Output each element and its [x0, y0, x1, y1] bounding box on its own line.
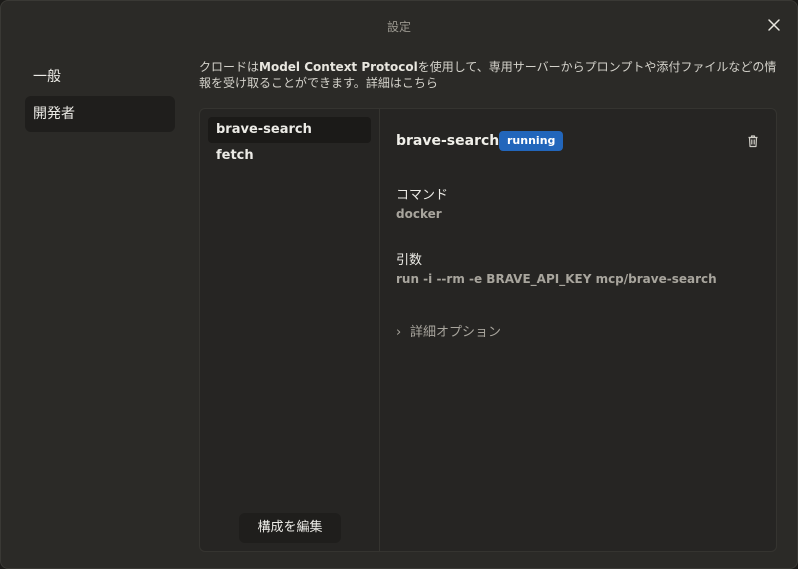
titlebar: 設定: [1, 1, 797, 51]
close-button[interactable]: [765, 16, 783, 34]
nav-item-general[interactable]: 一般: [25, 59, 175, 95]
advanced-options-label: 詳細オプション: [410, 325, 502, 340]
server-item-fetch[interactable]: fetch: [208, 143, 371, 169]
nav-item-developer[interactable]: 開発者: [25, 96, 175, 132]
command-label: コマンド: [396, 188, 449, 203]
learn-more-link[interactable]: 詳細はこちら: [366, 76, 438, 90]
close-icon: [768, 19, 780, 31]
command-value: docker: [396, 207, 442, 221]
chevron-right-icon: ›: [396, 325, 402, 340]
window-title: 設定: [386, 20, 411, 34]
description-prefix: クロードは: [199, 60, 260, 74]
settings-window: 設定 一般 開発者 クロードはModel Context Protocolを使用…: [0, 0, 798, 569]
args-label: 引数: [396, 253, 423, 268]
server-name: brave-search: [396, 133, 500, 149]
description-protocol-name: Model Context Protocol: [259, 60, 418, 74]
server-list: brave-search fetch 構成を編集: [200, 109, 380, 551]
advanced-options-toggle[interactable]: › 詳細オプション: [396, 321, 501, 340]
mcp-description: クロードはModel Context Protocolを使用して、専用サーバーか…: [199, 59, 779, 91]
server-item-brave-search[interactable]: brave-search: [208, 117, 371, 143]
mcp-server-panel: brave-search fetch 構成を編集 brave-search ru…: [199, 108, 777, 552]
delete-server-button[interactable]: [746, 134, 760, 148]
args-value: run -i --rm -e BRAVE_API_KEY mcp/brave-s…: [396, 272, 717, 286]
server-detail: brave-search running コマンド docker 引数 run …: [396, 109, 776, 551]
settings-nav: 一般 開発者: [25, 59, 175, 133]
status-badge: running: [499, 131, 564, 151]
edit-config-button[interactable]: 構成を編集: [239, 513, 341, 543]
trash-icon: [748, 135, 758, 148]
